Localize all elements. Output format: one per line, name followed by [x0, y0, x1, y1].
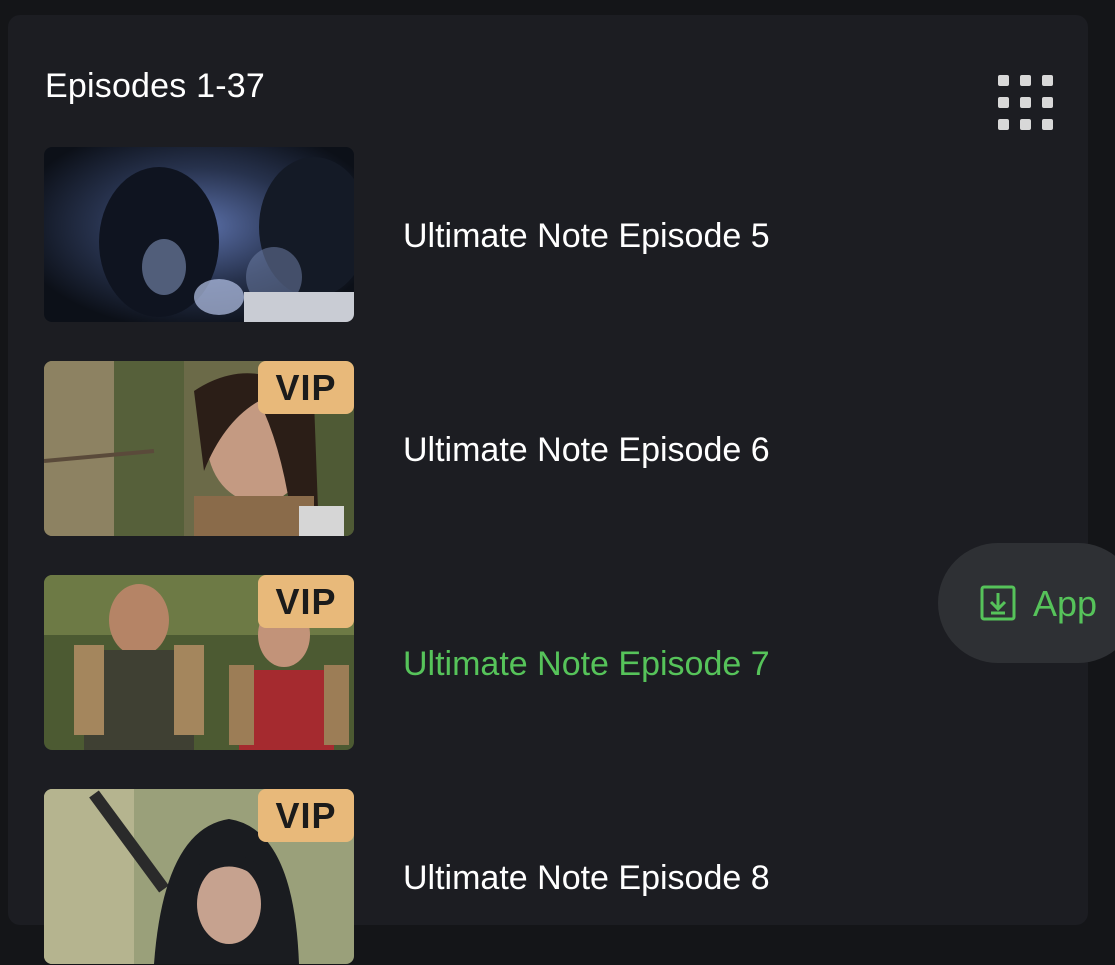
- download-icon: [980, 585, 1016, 621]
- open-app-button[interactable]: App: [938, 543, 1115, 663]
- episode-thumbnail: VIP: [44, 789, 354, 964]
- episode-item-7[interactable]: VIP Ultimate Note Episode 7: [44, 575, 944, 751]
- episode-thumbnail: VIP: [44, 575, 354, 750]
- episode-title-active: Ultimate Note Episode 7: [403, 645, 770, 683]
- grid-view-button[interactable]: [996, 73, 1056, 133]
- episode-item-8[interactable]: VIP Ultimate Note Episode 8: [44, 789, 944, 965]
- episode-title: Ultimate Note Episode 6: [403, 431, 770, 469]
- grid-view-icon: [996, 73, 1056, 133]
- episode-panel: Episodes 1-37 Ultimate Note Episode 5 VI…: [8, 15, 1088, 964]
- vip-badge: VIP: [258, 575, 354, 628]
- episode-item-6[interactable]: VIP Ultimate Note Episode 6: [44, 361, 944, 537]
- episodes-range-title: Episodes 1-37: [45, 67, 265, 105]
- episode-item-5[interactable]: Ultimate Note Episode 5: [44, 147, 944, 323]
- vip-badge: VIP: [258, 789, 354, 842]
- episode-thumbnail: [44, 147, 354, 322]
- app-button-label: App: [1033, 583, 1098, 624]
- episode-title: Ultimate Note Episode 8: [403, 859, 770, 897]
- episode-title: Ultimate Note Episode 5: [403, 217, 770, 255]
- vip-badge: VIP: [258, 361, 354, 414]
- episode-thumbnail: VIP: [44, 361, 354, 536]
